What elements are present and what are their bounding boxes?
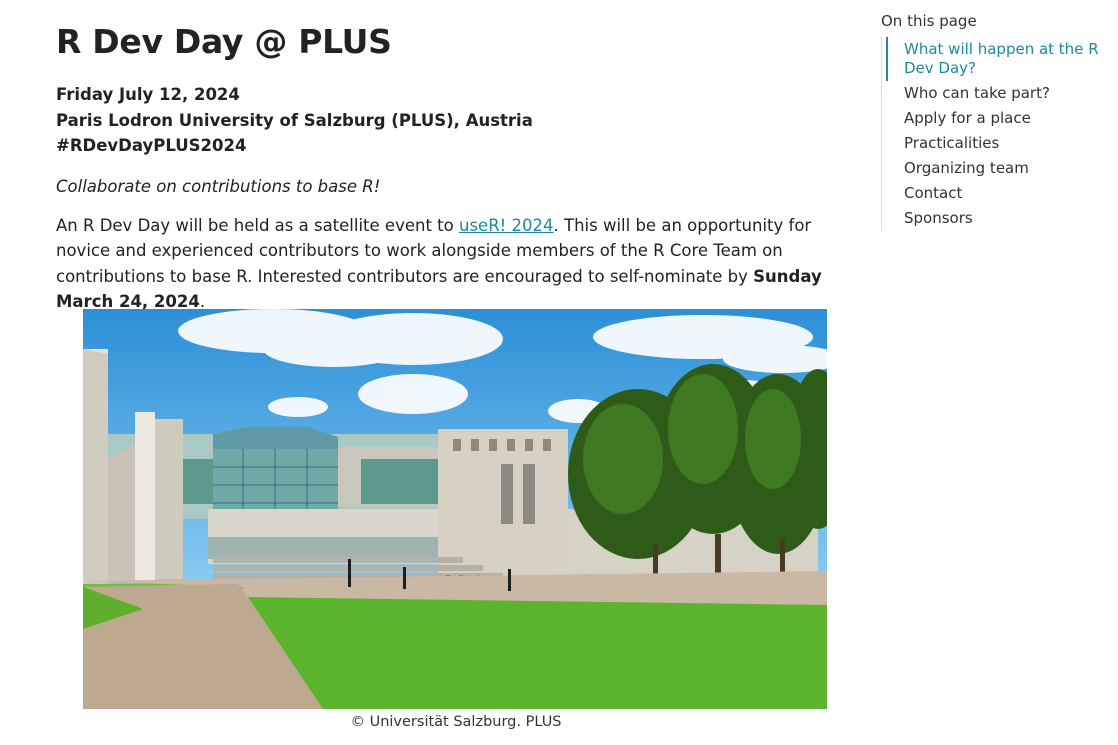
toc-item-who-can-take-part[interactable]: Who can take part? xyxy=(887,81,1101,106)
intro-paragraph: An R Dev Day will be held as a satellite… xyxy=(56,213,856,315)
event-date: Friday July 12, 2024 xyxy=(56,85,240,104)
page-title: R Dev Day @ PLUS xyxy=(56,22,392,61)
toc-item-organizing-team[interactable]: Organizing team xyxy=(887,156,1101,181)
event-hashtag: #RDevDayPLUS2024 xyxy=(56,136,247,155)
university-building-photo xyxy=(83,309,827,709)
user-2024-link[interactable]: useR! 2024 xyxy=(459,216,554,235)
toc-item-practicalities[interactable]: Practicalities xyxy=(887,131,1101,156)
toc-item-sponsors[interactable]: Sponsors xyxy=(887,206,1101,231)
tagline: Collaborate on contributions to base R! xyxy=(56,176,381,196)
event-venue: Paris Lodron University of Salzburg (PLU… xyxy=(56,110,533,130)
intro-text: An R Dev Day will be held as a satellite… xyxy=(56,215,459,235)
main-content: R Dev Day @ PLUS Friday July 12, 2024 Pa… xyxy=(56,18,856,315)
image-caption: © Universität Salzburg. PLUS xyxy=(350,714,562,730)
event-details: Friday July 12, 2024 Paris Lodron Univer… xyxy=(56,82,856,159)
toc-item-what-will-happen[interactable]: What will happen at the R Dev Day? xyxy=(886,37,1101,81)
toc-list: What will happen at the R Dev Day? Who c… xyxy=(881,37,1101,231)
toc-title: On this page xyxy=(881,12,977,30)
table-of-contents: On this page What will happen at the R D… xyxy=(881,10,1101,231)
toc-item-contact[interactable]: Contact xyxy=(887,181,1101,206)
toc-item-apply[interactable]: Apply for a place xyxy=(887,106,1101,131)
